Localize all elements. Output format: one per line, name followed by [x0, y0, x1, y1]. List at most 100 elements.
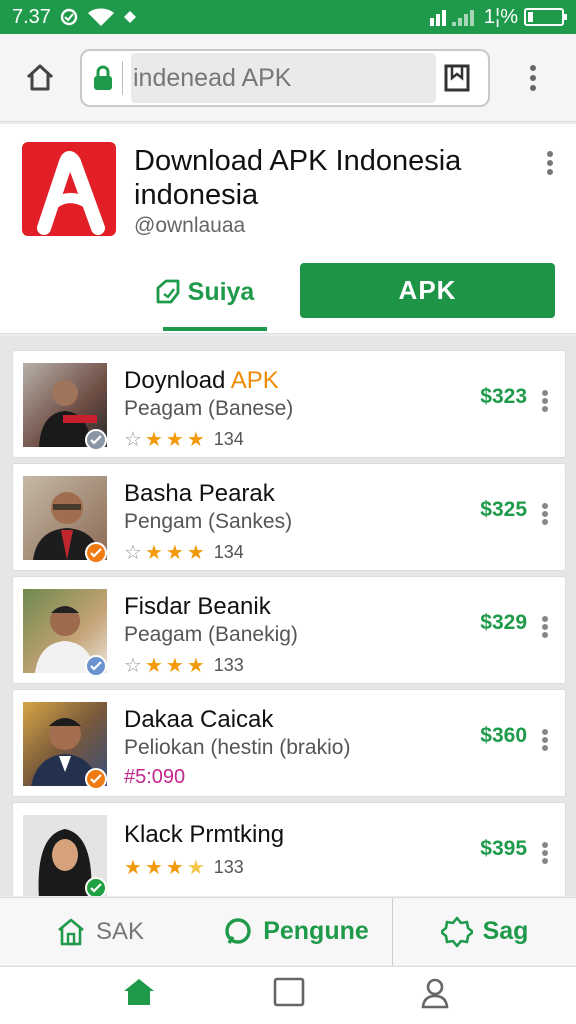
list-item[interactable]: Fisdar Beanik Peagam (Banekig) ☆ ★ ★ ★ 133… — [12, 576, 566, 684]
apk-button-label: APK — [398, 275, 457, 305]
star-icon: ★ — [144, 542, 163, 564]
item-name: Dakaa Caicak — [124, 706, 274, 733]
sag-label: Sag — [482, 917, 529, 945]
star-outline-icon: ☆ — [124, 542, 142, 564]
browser-menu-button[interactable] — [490, 64, 576, 92]
more-vert-icon — [542, 616, 548, 638]
rating-count: 134 — [213, 542, 244, 562]
verified-badge-icon — [85, 655, 107, 677]
star-outline-icon: ☆ — [124, 655, 142, 677]
a-logo-icon — [37, 151, 105, 235]
item-rating: ☆ ★ ★ ★ 134 — [124, 540, 244, 565]
star-icon: ★ — [165, 542, 184, 564]
star-icon: ★ — [144, 655, 163, 677]
sak-button[interactable]: SAK — [0, 898, 200, 966]
item-subtitle: Peagam (Banekig) — [124, 623, 298, 646]
app-handle: @ownlauaa — [134, 214, 246, 237]
page-title: Download APK Indonesia indonesia — [134, 145, 462, 211]
url-text[interactable]: indenead APK — [131, 52, 436, 103]
item-rating: ★ ★ ★ ★ 133 — [124, 855, 244, 880]
star-icon: ★ — [186, 857, 205, 879]
item-name: Doynload APK — [124, 367, 279, 394]
badge-star-icon — [440, 916, 473, 947]
verified-badge-icon — [85, 429, 107, 451]
tab-suiya[interactable]: Suiya — [134, 272, 274, 312]
more-vert-icon — [530, 64, 536, 91]
nav-profile[interactable] — [375, 977, 495, 1009]
lock-icon — [92, 63, 114, 93]
item-menu-button[interactable] — [541, 502, 549, 531]
battery-percent: 1¦% — [483, 5, 518, 28]
home-icon — [26, 64, 54, 90]
item-menu-button[interactable] — [541, 728, 549, 757]
home-icon — [124, 979, 154, 1005]
star-icon: ★ — [165, 857, 184, 879]
tab-label: Suiya — [187, 277, 255, 306]
rating-count: 133 — [213, 857, 244, 877]
header-menu-button[interactable] — [546, 150, 554, 181]
bottom-navigation — [0, 966, 576, 1024]
signal-diamond-icon — [123, 11, 136, 23]
item-price: $329 — [480, 611, 527, 634]
pengune-button[interactable]: Pengune — [200, 898, 392, 966]
person-icon — [421, 978, 449, 1009]
item-name: Basha Pearak — [124, 480, 275, 507]
item-name: Klack Prmtking — [124, 821, 285, 848]
star-icon: ★ — [186, 542, 205, 564]
sak-label: SAK — [95, 917, 145, 945]
list-item[interactable]: Basha Pearak Pengam (Sankes) ☆ ★ ★ ★ 134 $… — [12, 463, 566, 571]
bookmark-icon — [444, 64, 470, 91]
item-subtitle: Peagam (Banese) — [124, 397, 294, 420]
divider — [122, 60, 123, 95]
more-vert-icon — [542, 503, 548, 525]
home-button[interactable] — [0, 34, 80, 122]
address-bar[interactable]: indenead APK — [80, 48, 490, 107]
nav-home[interactable] — [79, 977, 199, 1007]
item-subtitle: Pengam (Sankes) — [124, 510, 293, 533]
verified-badge-icon — [85, 542, 107, 564]
item-price: $323 — [480, 385, 527, 408]
star-icon: ★ — [165, 655, 184, 677]
star-icon: ★ — [144, 857, 163, 879]
star-outline-icon: ☆ — [124, 429, 142, 451]
item-menu-button[interactable] — [541, 389, 549, 418]
app-header-card: Download APK Indonesia indonesia @ownlau… — [0, 124, 576, 334]
chat-icon — [225, 917, 251, 944]
sag-button[interactable]: Sag — [392, 897, 576, 966]
item-price: $395 — [480, 837, 527, 860]
rating-count: 134 — [213, 429, 244, 449]
more-vert-icon — [542, 390, 548, 412]
tab-indicator — [163, 327, 267, 331]
apk-button[interactable]: APK — [300, 263, 555, 318]
cell-signal-icon — [429, 10, 474, 26]
square-icon — [273, 977, 305, 1007]
more-vert-icon — [547, 151, 553, 175]
item-rating: ☆ ★ ★ ★ 133 — [124, 653, 244, 678]
bookmark-button[interactable] — [436, 63, 478, 93]
wifi-icon — [87, 8, 114, 26]
item-menu-button[interactable] — [541, 841, 549, 870]
item-list: Doynload APK Peagam (Banese) ☆ ★ ★ ★ 134 $… — [0, 336, 576, 896]
more-vert-icon — [542, 729, 548, 751]
app-logo — [22, 142, 116, 236]
star-icon: ★ — [186, 655, 205, 677]
store-icon — [58, 918, 84, 945]
rating-count: 133 — [213, 655, 244, 675]
status-bar: 7.37 1¦% — [0, 0, 576, 34]
nav-apps[interactable] — [229, 977, 349, 1007]
clock: 7.37 — [12, 5, 51, 28]
list-item[interactable]: Klack Prmtking ★ ★ ★ ★ 133 $395 — [12, 802, 566, 896]
item-name: Fisdar Beanik — [124, 593, 271, 620]
pengune-label: Pengune — [263, 917, 369, 945]
star-icon: ★ — [144, 429, 163, 451]
verified-badge-icon — [85, 768, 107, 790]
item-price: $325 — [480, 498, 527, 521]
tag-icon — [156, 279, 180, 304]
verified-badge-icon — [85, 877, 107, 896]
list-item[interactable]: Dakaa Caicak Peliokan (hestin (brakio) #… — [12, 689, 566, 797]
browser-toolbar: indenead APK — [0, 34, 576, 122]
item-subtitle: Peliokan (hestin (brakio) — [124, 736, 351, 759]
item-menu-button[interactable] — [541, 615, 549, 644]
list-item[interactable]: Doynload APK Peagam (Banese) ☆ ★ ★ ★ 134 $… — [12, 350, 566, 458]
star-icon: ★ — [165, 429, 184, 451]
